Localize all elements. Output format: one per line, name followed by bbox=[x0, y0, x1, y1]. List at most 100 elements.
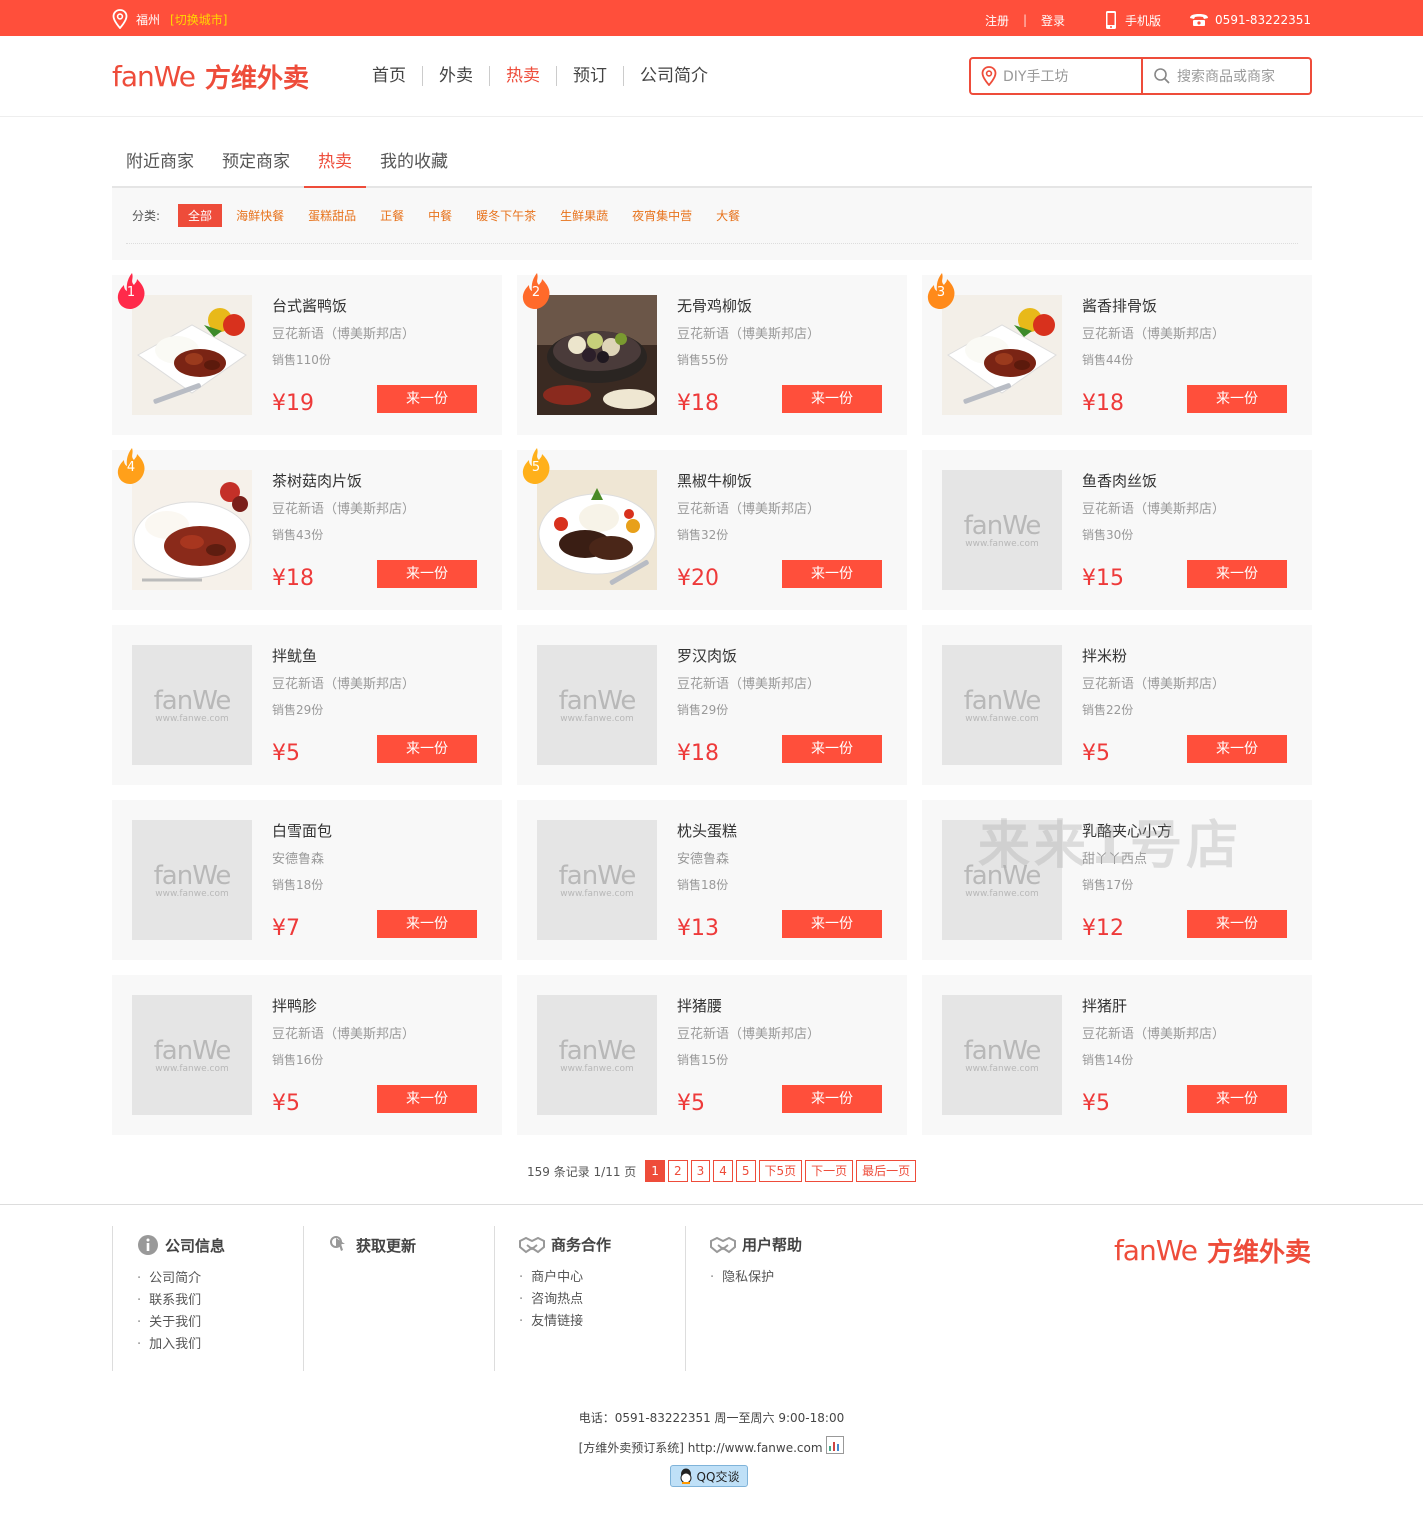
product-card[interactable]: fanWe www.fanwe.com 拌米粉 豆花新语（博美斯邦店） 销售22份 ¥5 来… bbox=[922, 625, 1312, 785]
tab-favorites[interactable]: 我的收藏 bbox=[366, 140, 462, 186]
footer-link[interactable]: 商户中心 bbox=[519, 1267, 685, 1289]
product-image[interactable]: fanWe www.fanwe.com bbox=[537, 645, 657, 765]
product-card[interactable]: fanWe www.fanwe.com 枕头蛋糕 安德鲁森 销售18份 ¥13 来一份 bbox=[517, 800, 907, 960]
product-name[interactable]: 拌鸭胗 bbox=[272, 995, 317, 1016]
category-item[interactable]: 大餐 bbox=[716, 207, 740, 224]
product-image[interactable]: fanWe www.fanwe.com bbox=[537, 820, 657, 940]
nav-takeout[interactable]: 外卖 bbox=[423, 66, 490, 86]
product-card[interactable]: 茶树菇肉片饭 豆花新语（博美斯邦店） 销售43份 ¥18 来一份 4 bbox=[112, 448, 502, 610]
product-name[interactable]: 白雪面包 bbox=[272, 820, 332, 841]
product-card[interactable]: 酱香排骨饭 豆花新语（博美斯邦店） 销售44份 ¥18 来一份 3 bbox=[922, 273, 1312, 435]
product-card[interactable]: fanWe www.fanwe.com 拌鱿鱼 豆花新语（博美斯邦店） 销售29份 ¥5 来… bbox=[112, 625, 502, 785]
tab-hot[interactable]: 热卖 bbox=[304, 140, 366, 188]
category-item[interactable]: 暖冬下午茶 bbox=[476, 207, 536, 224]
product-name[interactable]: 黑椒牛柳饭 bbox=[677, 470, 752, 491]
add-to-order-button[interactable]: 来一份 bbox=[782, 735, 882, 763]
add-to-order-button[interactable]: 来一份 bbox=[377, 385, 477, 413]
category-item[interactable]: 海鲜快餐 bbox=[236, 207, 284, 224]
product-image[interactable]: fanWe www.fanwe.com bbox=[132, 645, 252, 765]
page-3[interactable]: 3 bbox=[690, 1160, 711, 1182]
product-image[interactable]: fanWe www.fanwe.com bbox=[132, 820, 252, 940]
footer-link[interactable]: 加入我们 bbox=[137, 1334, 303, 1356]
category-all[interactable]: 全部 bbox=[178, 204, 223, 227]
add-to-order-button[interactable]: 来一份 bbox=[782, 910, 882, 938]
product-card[interactable]: fanWe www.fanwe.com 拌猪肝 豆花新语（博美斯邦店） 销售14份 ¥5 来… bbox=[922, 975, 1312, 1135]
location-selector[interactable]: DIY手工坊 bbox=[971, 59, 1143, 93]
add-to-order-button[interactable]: 来一份 bbox=[1187, 560, 1287, 588]
product-card[interactable]: fanWe www.fanwe.com 白雪面包 安德鲁森 销售18份 ¥7 来一份 bbox=[112, 800, 502, 960]
product-card[interactable]: fanWe www.fanwe.com 拌猪腰 豆花新语（博美斯邦店） 销售15份 ¥5 来… bbox=[517, 975, 907, 1135]
add-to-order-button[interactable]: 来一份 bbox=[377, 560, 477, 588]
page-2[interactable]: 2 bbox=[667, 1160, 688, 1182]
nav-about[interactable]: 公司简介 bbox=[624, 66, 724, 86]
product-name[interactable]: 茶树菇肉片饭 bbox=[272, 470, 362, 491]
qq-chat-button[interactable]: QQ交谈 bbox=[670, 1465, 748, 1487]
product-card[interactable]: 台式酱鸭饭 豆花新语（博美斯邦店） 销售110份 ¥19 来一份 1 bbox=[112, 273, 502, 435]
footer-link[interactable]: 咨询热点 bbox=[519, 1289, 685, 1311]
product-card[interactable]: fanWe www.fanwe.com 罗汉肉饭 豆花新语（博美斯邦店） 销售29份 ¥1… bbox=[517, 625, 907, 785]
nav-reserve[interactable]: 预订 bbox=[557, 66, 624, 86]
product-name[interactable]: 拌猪腰 bbox=[677, 995, 722, 1016]
product-name[interactable]: 枕头蛋糕 bbox=[677, 820, 737, 841]
switch-city-link[interactable]: [切换城市] bbox=[170, 11, 227, 28]
add-to-order-button[interactable]: 来一份 bbox=[377, 1085, 477, 1113]
page-4[interactable]: 4 bbox=[713, 1160, 733, 1182]
product-image[interactable] bbox=[942, 295, 1062, 415]
product-image[interactable]: fanWe www.fanwe.com bbox=[942, 470, 1062, 590]
tab-nearby[interactable]: 附近商家 bbox=[112, 140, 208, 186]
add-to-order-button[interactable]: 来一份 bbox=[377, 910, 477, 938]
product-name[interactable]: 无骨鸡柳饭 bbox=[677, 295, 752, 316]
product-name[interactable]: 酱香排骨饭 bbox=[1082, 295, 1157, 316]
footer-link[interactable]: 友情链接 bbox=[519, 1311, 685, 1333]
product-name[interactable]: 台式酱鸭饭 bbox=[272, 295, 347, 316]
product-image[interactable]: fanWe www.fanwe.com bbox=[537, 995, 657, 1115]
product-image[interactable] bbox=[537, 295, 657, 415]
category-item[interactable]: 正餐 bbox=[380, 207, 404, 224]
product-name[interactable]: 鱼香肉丝饭 bbox=[1082, 470, 1157, 491]
next-page[interactable]: 下一页 bbox=[805, 1160, 854, 1182]
product-image[interactable]: fanWe www.fanwe.com bbox=[942, 645, 1062, 765]
category-item[interactable]: 蛋糕甜品 bbox=[308, 207, 356, 224]
add-to-order-button[interactable]: 来一份 bbox=[1187, 385, 1287, 413]
add-to-order-button[interactable]: 来一份 bbox=[782, 385, 882, 413]
last-page[interactable]: 最后一页 bbox=[856, 1160, 917, 1182]
category-item[interactable]: 夜宵集中营 bbox=[632, 207, 692, 224]
category-item[interactable]: 生鲜果蔬 bbox=[560, 207, 608, 224]
product-card[interactable]: fanWe www.fanwe.com 拌鸭胗 豆花新语（博美斯邦店） 销售16份 ¥5 来… bbox=[112, 975, 502, 1135]
footer-link[interactable]: 联系我们 bbox=[137, 1290, 303, 1312]
tab-reservable[interactable]: 预定商家 bbox=[208, 140, 304, 186]
page-5[interactable]: 5 bbox=[735, 1160, 756, 1182]
footer-link[interactable]: 隐私保护 bbox=[710, 1267, 876, 1289]
footer-site-text[interactable]: [方维外卖预订系统] http://www.fanwe.com bbox=[579, 1441, 823, 1455]
product-image[interactable]: fanWe www.fanwe.com bbox=[942, 995, 1062, 1115]
mobile-link[interactable]: 手机版 bbox=[1105, 10, 1161, 30]
add-to-order-button[interactable]: 来一份 bbox=[1187, 1085, 1287, 1113]
category-item[interactable]: 中餐 bbox=[428, 207, 452, 224]
footer-link[interactable]: 公司简介 bbox=[137, 1268, 303, 1290]
site-logo[interactable]: fanWe 方维外卖 bbox=[112, 58, 309, 95]
search-input[interactable]: 搜索商品或商家 bbox=[1143, 59, 1310, 93]
product-image[interactable]: fanWe www.fanwe.com bbox=[132, 995, 252, 1115]
add-to-order-button[interactable]: 来一份 bbox=[1187, 910, 1287, 938]
add-to-order-button[interactable]: 来一份 bbox=[1187, 735, 1287, 763]
register-link[interactable]: 注册 bbox=[985, 12, 1009, 29]
footer-link[interactable]: 关于我们 bbox=[137, 1312, 303, 1334]
product-name[interactable]: 拌鱿鱼 bbox=[272, 645, 317, 666]
product-name[interactable]: 拌米粉 bbox=[1082, 645, 1127, 666]
add-to-order-button[interactable]: 来一份 bbox=[377, 735, 477, 763]
next-5-pages[interactable]: 下5页 bbox=[758, 1160, 803, 1182]
product-image[interactable] bbox=[132, 295, 252, 415]
product-card[interactable]: fanWe www.fanwe.com 鱼香肉丝饭 豆花新语（博美斯邦店） 销售30份 ¥… bbox=[922, 450, 1312, 610]
login-link[interactable]: 登录 bbox=[1041, 12, 1065, 29]
nav-hot[interactable]: 热卖 bbox=[490, 66, 557, 86]
product-image[interactable] bbox=[132, 470, 252, 590]
nav-home[interactable]: 首页 bbox=[356, 66, 423, 86]
product-image[interactable] bbox=[537, 470, 657, 590]
add-to-order-button[interactable]: 来一份 bbox=[782, 1085, 882, 1113]
product-card[interactable]: 黑椒牛柳饭 豆花新语（博美斯邦店） 销售32份 ¥20 来一份 5 bbox=[517, 448, 907, 610]
page-1[interactable]: 1 bbox=[645, 1160, 665, 1182]
product-name[interactable]: 拌猪肝 bbox=[1082, 995, 1127, 1016]
add-to-order-button[interactable]: 来一份 bbox=[782, 560, 882, 588]
product-card[interactable]: 无骨鸡柳饭 豆花新语（博美斯邦店） 销售55份 ¥18 来一份 2 bbox=[517, 273, 907, 435]
product-name[interactable]: 罗汉肉饭 bbox=[677, 645, 737, 666]
